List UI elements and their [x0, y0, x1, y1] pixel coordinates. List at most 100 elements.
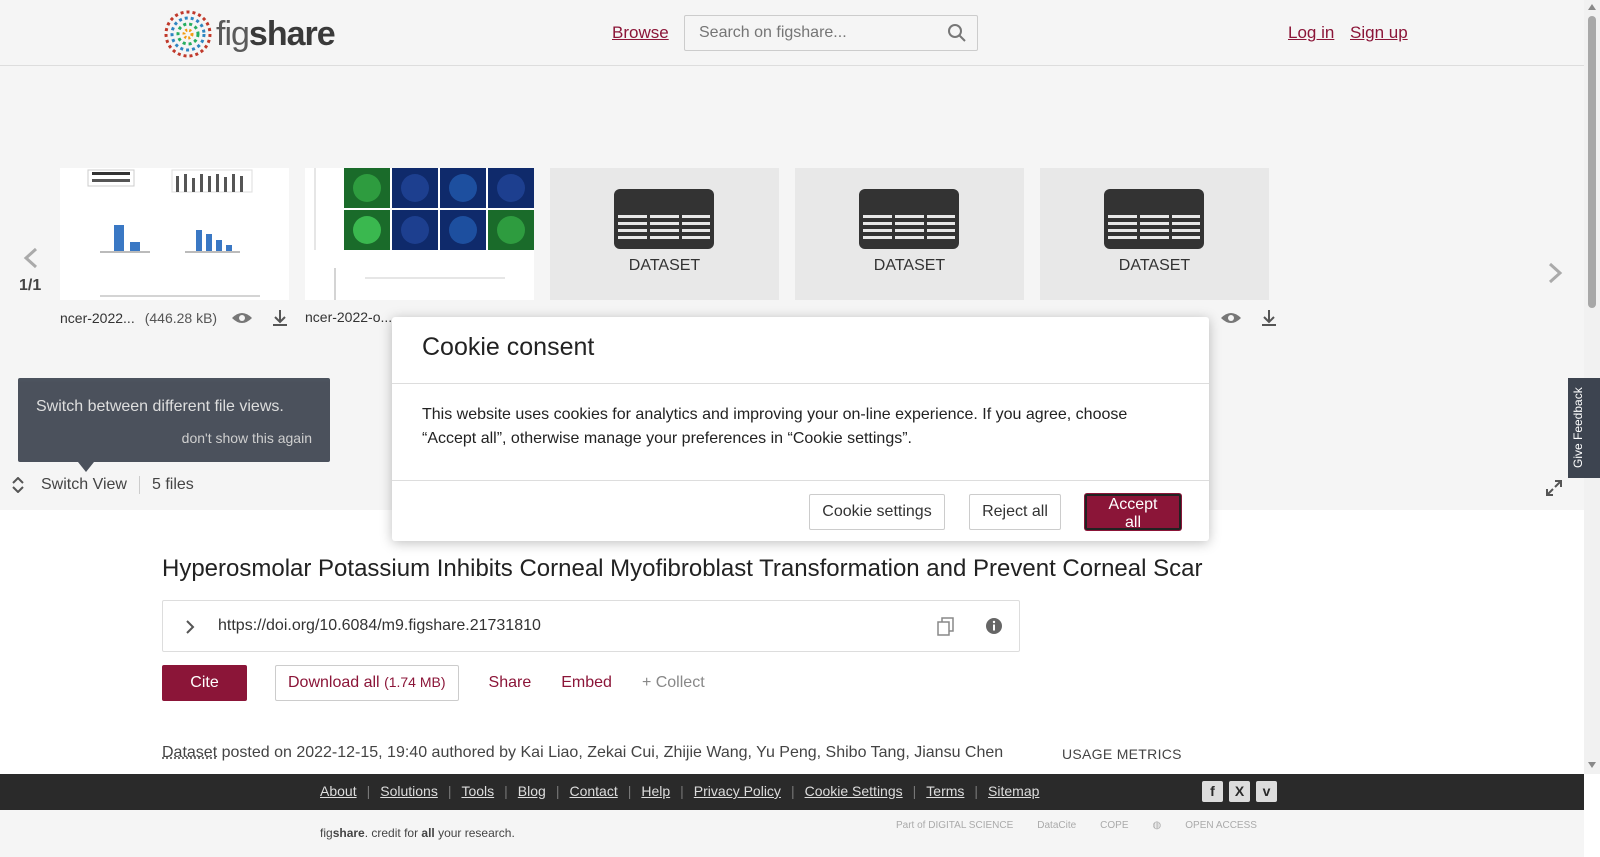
footer-link-about[interactable]: About: [320, 783, 357, 799]
footer-link-sitemap[interactable]: Sitemap: [988, 783, 1039, 799]
globe-logo-icon[interactable]: ◍: [1153, 820, 1162, 831]
footer-separator: |: [680, 783, 684, 799]
footer-separator: |: [790, 783, 795, 799]
login-link[interactable]: Log in: [1288, 23, 1334, 43]
vimeo-icon[interactable]: v: [1256, 781, 1277, 802]
scroll-up-icon[interactable]: [1588, 4, 1596, 10]
switch-view-icon[interactable]: [11, 477, 25, 493]
cookie-dialog-title: Cookie consent: [422, 333, 595, 361]
dont-show-again-link[interactable]: don't show this again: [182, 430, 312, 446]
file-info-row: [1206, 309, 1278, 327]
dataset-label: DATASET: [628, 257, 701, 274]
divider: [138, 476, 140, 494]
footer-link-solutions[interactable]: Solutions: [380, 783, 438, 799]
download-all-button[interactable]: Download all (1.74 MB): [275, 665, 459, 701]
fullscreen-icon[interactable]: [1546, 480, 1562, 496]
file-name[interactable]: ncer-2022...: [60, 310, 135, 326]
x-twitter-icon[interactable]: X: [1229, 781, 1250, 802]
dataset-label: DATASET: [1118, 257, 1191, 274]
digital-science-logo[interactable]: Part of DIGITAL SCIENCE: [896, 820, 1013, 831]
download-all-label: Download all: [288, 674, 380, 691]
doi-box: https://doi.org/10.6084/m9.figshare.2173…: [162, 600, 1020, 652]
dataset-label: DATASET: [873, 257, 946, 274]
cookie-dialog-body: This website uses cookies for analytics …: [422, 406, 1128, 447]
search-input[interactable]: [685, 16, 925, 50]
footer-links: About | Solutions | Tools | Blog | Contact | Help |…: [320, 783, 1039, 799]
footer-separator: |: [504, 783, 508, 799]
footer-link-cookie-settings[interactable]: Cookie Settings: [805, 783, 903, 799]
switch-view-tooltip: Switch between different file views. don…: [18, 378, 330, 472]
embed-link[interactable]: Embed: [561, 674, 612, 692]
logo-text: figshare: [216, 14, 336, 53]
figshare-logo-icon: [164, 10, 212, 58]
share-link[interactable]: Share: [489, 674, 532, 692]
cookie-consent-dialog: Cookie consent This website uses cookies…: [392, 317, 1209, 541]
footer-link-terms[interactable]: Terms: [926, 783, 964, 799]
partner-logos: Part of DIGITAL SCIENCE DataCite COPE ◍ …: [896, 820, 1281, 831]
footer-link-help[interactable]: Help: [641, 783, 670, 799]
footer-link-tools[interactable]: Tools: [461, 783, 494, 799]
switch-view-button[interactable]: Switch View: [41, 476, 127, 494]
footer-link-privacy-policy[interactable]: Privacy Policy: [694, 783, 781, 799]
view-switch-bar: Switch View 5 files: [0, 470, 194, 500]
open-access-logo[interactable]: OPEN ACCESS: [1185, 820, 1257, 831]
collect-link[interactable]: + Collect: [642, 674, 705, 692]
file-thumbnail-dataset-3[interactable]: DATASET: [1040, 168, 1269, 300]
divider: [392, 480, 1209, 481]
search-icon[interactable]: [947, 23, 967, 43]
reject-all-button[interactable]: Reject all: [969, 494, 1061, 530]
figure-preview-image: [87, 169, 260, 297]
cite-button[interactable]: Cite: [162, 665, 247, 701]
social-links: f X v: [1202, 781, 1283, 802]
preview-eye-icon[interactable]: [1220, 311, 1242, 325]
figshare-logo[interactable]: figshare: [162, 8, 336, 60]
file-size: (446.28 kB): [144, 310, 218, 326]
posted-text: posted on 2022-12-15, 19:40 authored by …: [221, 744, 1004, 761]
file-count: 5 files: [151, 476, 194, 493]
footer-link-contact[interactable]: Contact: [569, 783, 617, 799]
dataset-table-icon: [859, 189, 959, 249]
scroll-thumb[interactable]: [1588, 16, 1596, 308]
signup-link[interactable]: Sign up: [1350, 23, 1408, 43]
accept-all-button[interactable]: Accept all: [1085, 494, 1181, 531]
download-icon[interactable]: [1260, 309, 1278, 327]
dataset-table-icon: [1104, 189, 1204, 249]
carousel-next-icon[interactable]: [1546, 261, 1564, 285]
carousel-pager: 1/1: [19, 277, 42, 294]
footer-bar: About | Solutions | Tools | Blog | Contact | Help |…: [0, 774, 1584, 810]
dataset-table-icon: [614, 189, 714, 249]
scroll-down-icon[interactable]: [1588, 762, 1596, 768]
footer-bottom: figshare. credit for all your research. …: [0, 810, 1584, 857]
download-icon[interactable]: [271, 309, 289, 327]
file-thumbnail-dataset-2[interactable]: DATASET: [795, 168, 1024, 300]
figure-preview-image: [314, 168, 534, 300]
cookie-settings-button[interactable]: Cookie settings: [809, 494, 945, 530]
give-feedback-tab[interactable]: Give Feedback: [1568, 378, 1600, 478]
cope-logo[interactable]: COPE: [1100, 820, 1128, 831]
copy-icon[interactable]: [937, 617, 955, 637]
footer-separator: |: [447, 783, 452, 799]
preview-eye-icon[interactable]: [231, 311, 253, 325]
footer-separator: |: [974, 783, 979, 799]
footer-separator: |: [555, 783, 560, 799]
item-type-link[interactable]: Dataset: [162, 744, 217, 761]
footer-link-blog[interactable]: Blog: [518, 783, 546, 799]
posted-info: Dataset posted on 2022-12-15, 19:40 auth…: [162, 744, 1003, 762]
browse-link[interactable]: Browse: [612, 23, 669, 43]
article-actions: Cite Download all (1.74 MB) Share Embed …: [162, 665, 705, 701]
facebook-icon[interactable]: f: [1202, 781, 1223, 802]
page-title: Hyperosmolar Potassium Inhibits Corneal …: [162, 555, 1203, 582]
info-icon[interactable]: [985, 617, 1003, 635]
file-thumbnail-figure-2[interactable]: [305, 168, 534, 300]
doi-link[interactable]: https://doi.org/10.6084/m9.figshare.2173…: [218, 617, 541, 635]
file-name[interactable]: ncer-2022-o...: [305, 309, 392, 325]
feedback-label: Give Feedback: [1571, 387, 1585, 468]
site-header: figshare Browse Log in Sign up: [0, 0, 1584, 66]
footer-separator: |: [366, 783, 371, 799]
file-info-row: ncer-2022... (446.28 kB): [60, 309, 289, 327]
file-thumbnail-figure-1[interactable]: [60, 168, 289, 300]
carousel-prev-icon[interactable]: [22, 246, 40, 270]
chevron-right-icon[interactable]: [185, 619, 195, 635]
datacite-logo[interactable]: DataCite: [1037, 820, 1076, 831]
file-thumbnail-dataset-1[interactable]: DATASET: [550, 168, 779, 300]
